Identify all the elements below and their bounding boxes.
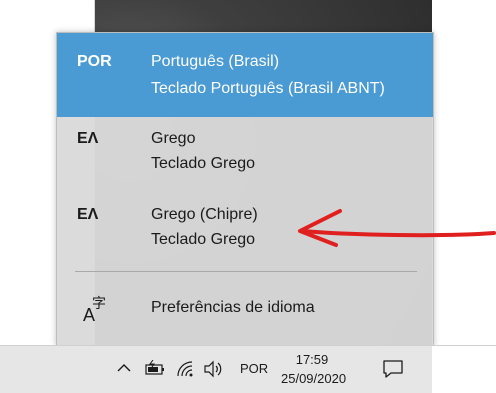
battery-icon[interactable]	[144, 359, 166, 383]
background-margin	[432, 0, 496, 345]
language-code: ΕΛ	[77, 206, 99, 223]
taskbar: POR 17:59 25/09/2020	[0, 345, 496, 393]
red-annotation-arrow	[298, 209, 496, 247]
language-item-greek[interactable]: ΕΛ Grego Teclado Grego	[57, 117, 433, 193]
language-code: POR	[77, 53, 112, 70]
keyboard-layout-name: Teclado Grego	[151, 155, 256, 172]
clock[interactable]: 17:59 25/09/2020	[281, 350, 347, 388]
clock-date: 25/09/2020	[281, 371, 347, 386]
language-preferences-icon: A 字	[83, 295, 106, 325]
wifi-network-icon[interactable]	[176, 360, 196, 383]
action-center-notification-icon[interactable]	[382, 359, 404, 384]
input-language-indicator[interactable]: POR	[240, 361, 268, 376]
language-name: Grego	[151, 130, 196, 147]
language-code: ΕΛ	[77, 130, 99, 147]
input-language-flyout: POR Português (Brasil) Teclado Português…	[56, 32, 434, 346]
keyboard-layout-name: Teclado Português (Brasil ABNT)	[151, 80, 385, 97]
language-item-portuguese-brazil[interactable]: POR Português (Brasil) Teclado Português…	[57, 33, 433, 117]
keyboard-layout-name: Teclado Grego	[151, 231, 256, 248]
show-hidden-icons-chevron-icon[interactable]	[116, 360, 132, 381]
volume-speaker-icon[interactable]	[203, 360, 223, 383]
language-name: Grego (Chipre)	[151, 206, 258, 223]
separator	[75, 271, 417, 272]
language-preferences-link[interactable]: A 字 Preferências de idioma	[57, 287, 433, 335]
language-name: Português (Brasil)	[151, 53, 280, 70]
language-preferences-label: Preferências de idioma	[151, 299, 315, 316]
background-margin	[432, 346, 496, 393]
clock-time: 17:59	[295, 352, 329, 367]
